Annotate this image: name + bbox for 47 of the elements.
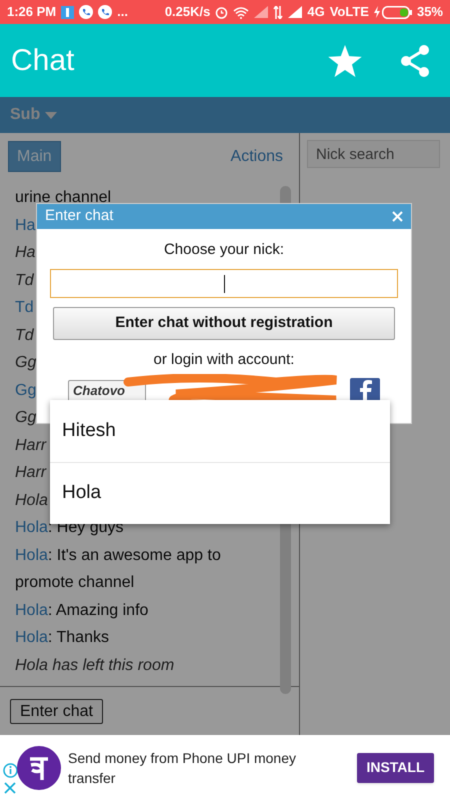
chat-message: urine channel xyxy=(15,188,112,208)
app-logo-icon xyxy=(17,746,61,790)
suggestion-item[interactable]: Hitesh xyxy=(50,400,390,462)
info-icon xyxy=(2,763,18,778)
phone-icon xyxy=(98,5,112,19)
dialog-title: Enter chat xyxy=(45,206,114,226)
chat-message: Hola: It's an awesome app to promote channel xyxy=(15,546,222,593)
status-time: 1:26 PM xyxy=(7,3,56,22)
app-title: Chat xyxy=(11,43,74,79)
nick-search-field[interactable]: Nick search xyxy=(307,140,440,168)
chat-event: Ha xyxy=(15,243,36,263)
network-speed: 0.25K/s xyxy=(164,3,210,22)
chat-message: Hola: Thanks xyxy=(15,628,109,648)
close-icon[interactable] xyxy=(392,211,403,222)
network-type: 4G xyxy=(307,3,325,22)
phone-icon xyxy=(79,5,94,19)
signal-icon xyxy=(288,6,302,18)
volte-label: VoLTE xyxy=(330,3,369,22)
nick-input[interactable] xyxy=(50,269,398,298)
chat-message: Hola: Amazing info xyxy=(15,600,148,620)
chat-event: Gg xyxy=(15,353,36,373)
star-icon[interactable] xyxy=(328,44,362,76)
share-icon[interactable] xyxy=(400,44,430,78)
signal-icon xyxy=(254,6,268,18)
nick-prompt: Choose your nick: xyxy=(164,240,284,260)
chat-event: Hola xyxy=(15,490,48,510)
battery-icon xyxy=(382,6,412,18)
enter-without-registration-button[interactable]: Enter chat without registration xyxy=(53,307,395,340)
caret-icon xyxy=(45,112,58,118)
more-notifications: ... xyxy=(117,3,128,22)
install-button[interactable]: INSTALL xyxy=(357,752,434,782)
chat-event: Gg xyxy=(15,408,36,428)
battery-level: 35% xyxy=(416,3,443,22)
chat-event: Hola has left this room xyxy=(15,656,174,676)
chat-event: Td xyxy=(15,326,34,346)
alarm-icon xyxy=(215,6,228,18)
close-icon xyxy=(4,782,16,794)
login-label: or login with account: xyxy=(154,350,294,370)
suggestion-item[interactable]: Hola xyxy=(50,462,390,524)
notification-icon xyxy=(61,6,74,18)
enter-chat-button[interactable]: Enter chat xyxy=(10,698,103,724)
chat-event: Harr xyxy=(15,463,46,483)
chat-event: Td xyxy=(15,270,34,290)
data-arrows-icon xyxy=(273,6,284,18)
ad-text: Send money from Phone UPI money transfer xyxy=(68,748,298,788)
wifi-icon xyxy=(233,6,250,18)
chat-event: Harr xyxy=(15,436,46,456)
